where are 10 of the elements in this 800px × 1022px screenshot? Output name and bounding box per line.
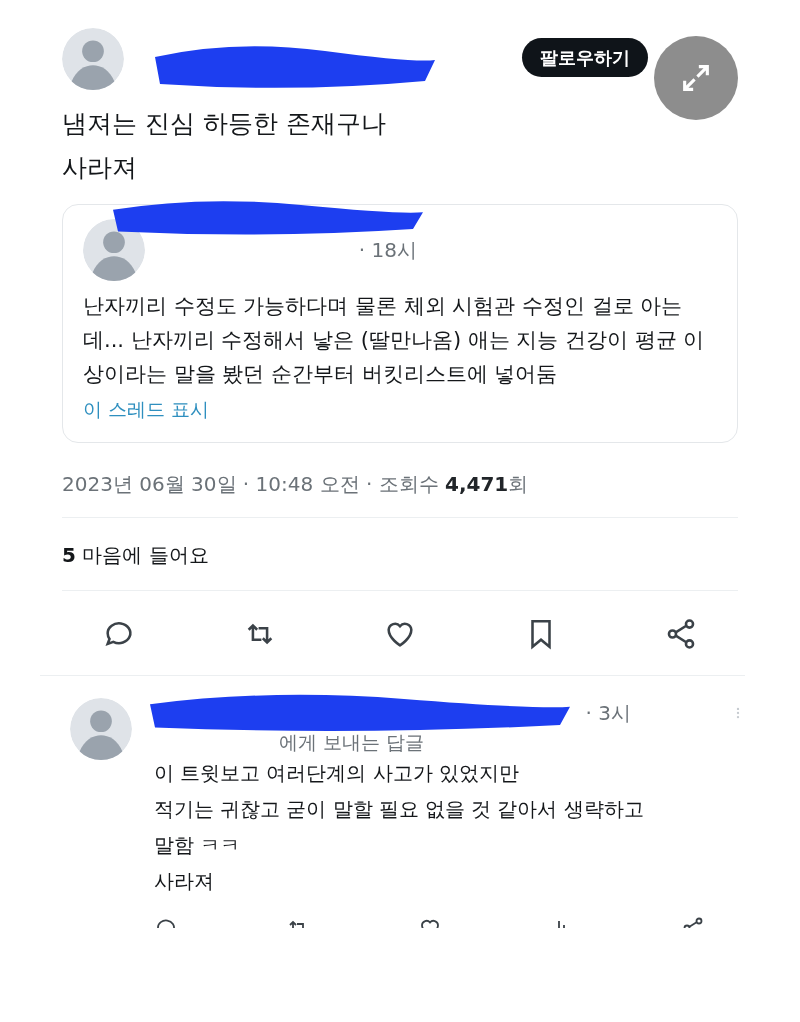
replying-to-text: 에게 보내는 답글 [278,729,426,755]
post-meta: 2023년 06월 30일 · 10:48 오전 · 조회수 4,471회 [62,442,738,518]
post-time: · 18시 [358,237,417,264]
tweet-text: 냄져는 진심 하등한 존재구나 사라져 [62,108,387,184]
reply-text: 이 트윗보고 여러단계의 사고가 있었지만 적기는 귀찮고 굳이 말할 필요 없을 것 같아서 생략하고 말함 ㅋㅋ 사라져 [154,761,645,895]
show-thread-link[interactable]: 이 스레드 표시 [83,395,717,424]
likes-count: 5 마음에 들어요 [62,517,738,591]
follow-button[interactable]: 팔로우하기 [522,38,648,77]
post-time: · 3시 [585,699,631,727]
quoted-tweet-text: 난자끼리 수정도 가능하다며 물론 체외 시험관 수정인 걸로 아는데... 난자끼리 수정해서 낳은 (딸만나옴) 애는 지능 건강이 평균 이상이라는 말을 봤던 순간부터 버킷리스트에 넣어둠 [83,293,706,388]
